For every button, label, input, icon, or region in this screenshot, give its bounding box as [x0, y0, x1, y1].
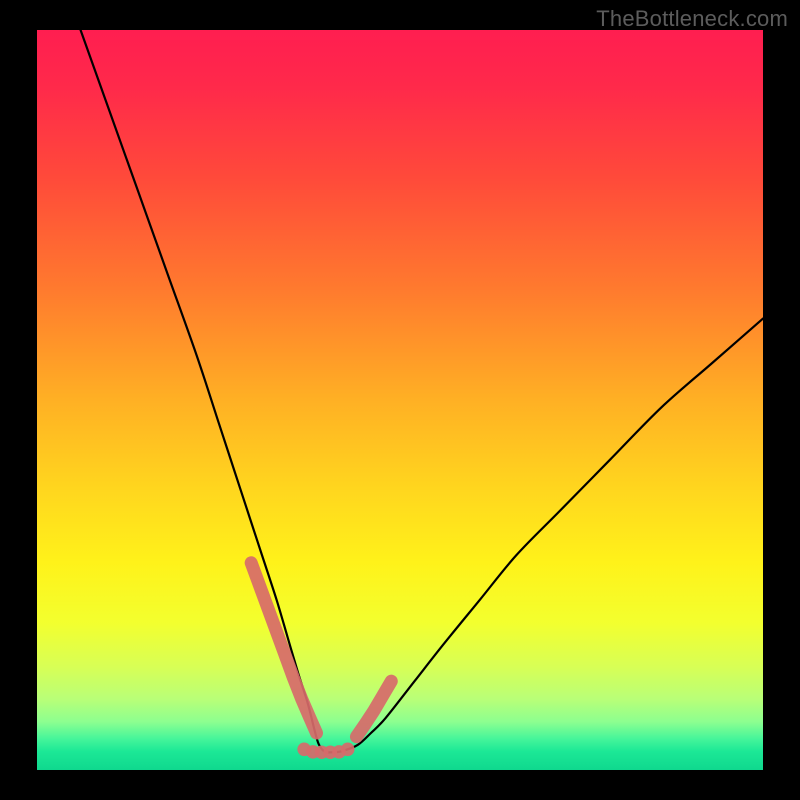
- chart-stage: TheBottleneck.com: [0, 0, 800, 800]
- watermark-text: TheBottleneck.com: [596, 6, 788, 32]
- gradient-background: [37, 30, 763, 770]
- bottleneck-chart: [0, 0, 800, 800]
